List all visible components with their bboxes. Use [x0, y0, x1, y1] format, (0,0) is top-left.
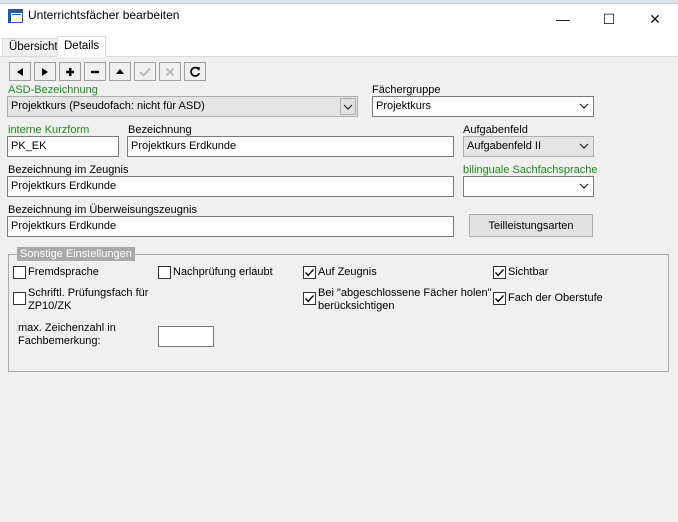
zeichenzahl-label-line2: Fachbemerkung:: [18, 335, 101, 347]
checkmark-icon: [494, 295, 505, 303]
abgeschlossene-checkbox[interactable]: [303, 292, 316, 305]
asd-value: Projektkurs (Pseudofach: nicht für ASD): [11, 100, 205, 112]
asd-combo[interactable]: Projektkurs (Pseudofach: nicht für ASD): [7, 96, 358, 117]
tab-uebersicht[interactable]: Übersicht: [2, 38, 65, 56]
aufgabenfeld-label: Aufgabenfeld: [463, 124, 528, 136]
kurzform-label: interne Kurzform: [8, 124, 90, 136]
oberstufe-label: Fach der Oberstufe: [508, 292, 603, 304]
maximize-icon: ☐: [602, 10, 616, 27]
fremdsprache-label: Fremdsprache: [28, 266, 99, 278]
checkmark-icon: [304, 269, 315, 277]
post-record-button[interactable]: [134, 62, 156, 81]
chevron-down-icon[interactable]: [340, 98, 356, 115]
faechergruppe-combo[interactable]: Projektkurs: [372, 96, 594, 117]
plus-icon: [66, 67, 74, 76]
sonstige-einstellungen-title: Sonstige Einstellungen: [17, 247, 135, 261]
window-title: Unterrichtsfächer bearbeiten: [28, 8, 180, 22]
pruefungsfach-checkbox[interactable]: [13, 292, 26, 305]
fremdsprache-checkbox[interactable]: [13, 266, 26, 279]
pruefungsfach-label-line1: Schriftl. Prüfungsfach für: [28, 287, 149, 299]
checkmark-icon: [304, 295, 315, 303]
close-icon: ✕: [649, 10, 661, 27]
ueberweisung-input[interactable]: Projektkurs Erdkunde: [7, 216, 454, 237]
auf-zeugnis-label: Auf Zeugnis: [318, 266, 377, 278]
abgeschlossene-label-line1: Bei "abgeschlossene Fächer holen": [318, 287, 492, 299]
close-button[interactable]: ✕: [632, 4, 678, 34]
cancel-icon: [165, 67, 175, 76]
zeugnis-label: Bezeichnung im Zeugnis: [8, 164, 129, 176]
tab-details[interactable]: Details: [57, 36, 107, 57]
add-record-button[interactable]: [59, 62, 81, 81]
zeugnis-input[interactable]: Projektkurs Erdkunde: [7, 176, 454, 197]
ueberweisung-label: Bezeichnung im Überweisungszeugnis: [8, 204, 197, 216]
zeichenzahl-label-line1: max. Zeichenzahl in: [18, 322, 116, 334]
checkmark-icon: [494, 269, 505, 277]
edit-record-button[interactable]: [109, 62, 131, 81]
zeichenzahl-input[interactable]: [158, 326, 214, 347]
aufgabenfeld-value: Aufgabenfeld II: [467, 140, 542, 152]
check-icon: [139, 67, 151, 77]
bilingual-combo[interactable]: [463, 176, 594, 197]
arrow-left-icon: [17, 67, 23, 76]
bezeichnung-input[interactable]: Projektkurs Erdkunde: [127, 136, 454, 157]
bilingual-label: bilinguale Sachfachsprache: [463, 164, 598, 176]
nachpruefung-label: Nachprüfung erlaubt: [173, 266, 273, 278]
asd-label: ASD-Bezeichnung: [8, 84, 98, 96]
arrow-right-icon: [42, 67, 48, 76]
oberstufe-checkbox[interactable]: [493, 292, 506, 305]
abgeschlossene-label-line2: berücksichtigen: [318, 300, 395, 312]
auf-zeugnis-checkbox[interactable]: [303, 266, 316, 279]
app-window-icon: [8, 9, 23, 23]
chevron-down-icon: [579, 103, 589, 109]
chevron-down-icon: [579, 143, 589, 149]
nachpruefung-checkbox[interactable]: [158, 266, 171, 279]
chevron-down-icon: [579, 183, 589, 189]
teilleistungsarten-button[interactable]: Teilleistungsarten: [469, 214, 593, 237]
kurzform-input[interactable]: PK_EK: [7, 136, 119, 157]
faechergruppe-value: Projektkurs: [376, 100, 432, 112]
next-record-button[interactable]: [34, 62, 56, 81]
pruefungsfach-label-line2: ZP10/ZK: [28, 300, 72, 312]
sichtbar-label: Sichtbar: [508, 266, 549, 278]
bezeichnung-label: Bezeichnung: [128, 124, 192, 136]
delete-record-button[interactable]: [84, 62, 106, 81]
minimize-icon: —: [556, 11, 570, 27]
previous-record-button[interactable]: [9, 62, 31, 81]
refresh-button[interactable]: [184, 62, 206, 81]
arrow-up-icon: [116, 68, 124, 74]
maximize-button[interactable]: ☐: [586, 4, 632, 34]
cancel-edit-button[interactable]: [159, 62, 181, 81]
sichtbar-checkbox[interactable]: [493, 266, 506, 279]
refresh-icon: [190, 66, 201, 77]
minus-icon: [91, 70, 99, 73]
faechergruppe-label: Fächergruppe: [372, 84, 441, 96]
aufgabenfeld-combo[interactable]: Aufgabenfeld II: [463, 136, 594, 157]
minimize-button[interactable]: —: [540, 4, 586, 34]
